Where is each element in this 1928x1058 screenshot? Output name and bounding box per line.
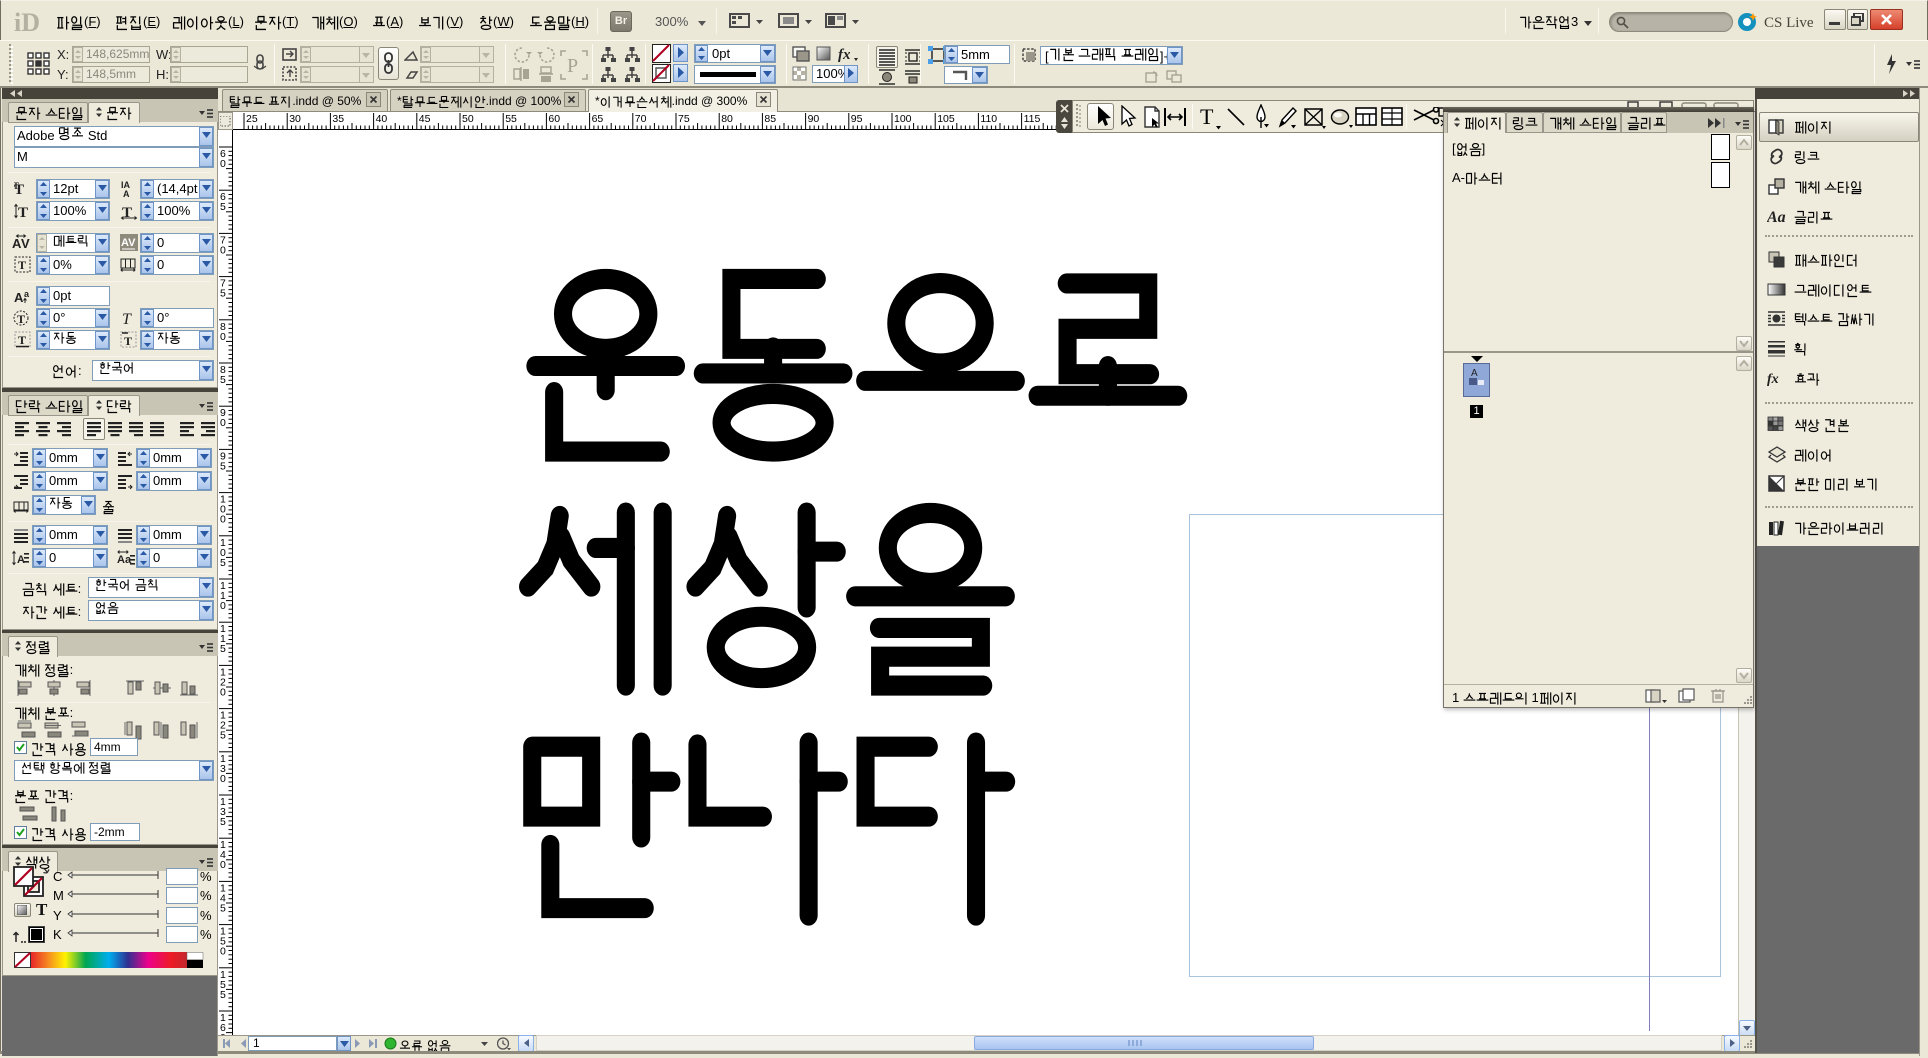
svg-text:30: 30 — [289, 113, 301, 125]
svg-text:0: 0 — [220, 773, 226, 785]
svg-text:100: 100 — [894, 113, 912, 125]
svg-text:5: 5 — [220, 460, 226, 472]
svg-text:T: T — [18, 205, 28, 220]
svg-text:5: 5 — [220, 816, 226, 828]
svg-text:0: 0 — [220, 244, 226, 256]
svg-text:110: 110 — [980, 113, 997, 125]
svg-text:70: 70 — [635, 113, 647, 125]
svg-text:A: A — [14, 290, 24, 305]
svg-text:fx: fx — [1767, 372, 1779, 387]
svg-text:5: 5 — [220, 730, 226, 742]
svg-text:A: A — [123, 189, 130, 198]
svg-text:35: 35 — [332, 113, 344, 125]
svg-text:0: 0 — [220, 859, 226, 871]
svg-text:T: T — [17, 312, 25, 326]
svg-text:T: T — [18, 333, 26, 347]
svg-text:T: T — [122, 311, 132, 327]
svg-text:55: 55 — [505, 113, 517, 125]
svg-text:5: 5 — [220, 288, 226, 300]
svg-text:5: 5 — [220, 989, 226, 1001]
svg-text:25: 25 — [246, 113, 258, 125]
svg-text:5: 5 — [220, 902, 226, 914]
svg-text:105: 105 — [937, 113, 955, 125]
svg-text:P: P — [567, 55, 578, 77]
svg-text:40: 40 — [376, 113, 388, 125]
svg-text:Aa: Aa — [117, 554, 132, 566]
svg-text:V: V — [21, 236, 30, 251]
svg-text:iD: iD — [14, 8, 40, 36]
svg-text:0: 0 — [220, 686, 226, 698]
svg-text:115: 115 — [1024, 113, 1041, 125]
svg-text:0: 0 — [220, 514, 226, 526]
svg-text:80: 80 — [721, 113, 733, 125]
svg-text:A: A — [1471, 368, 1478, 379]
svg-text:0: 0 — [220, 331, 226, 343]
svg-text:5: 5 — [220, 201, 226, 213]
svg-text:0: 0 — [220, 158, 226, 170]
svg-text:T: T — [18, 258, 26, 272]
svg-text:45: 45 — [419, 113, 431, 125]
svg-text:50: 50 — [462, 113, 474, 125]
svg-text:75: 75 — [678, 113, 690, 125]
svg-text:T: T — [124, 334, 132, 348]
svg-text:a: a — [24, 289, 30, 299]
svg-text:60: 60 — [548, 113, 560, 125]
svg-text:0: 0 — [220, 417, 226, 429]
svg-text:5: 5 — [220, 557, 226, 569]
svg-text:5: 5 — [220, 643, 226, 655]
svg-text:A: A — [17, 554, 25, 566]
svg-text:5: 5 — [220, 374, 226, 386]
svg-text:T: T — [1200, 105, 1214, 129]
svg-text:95: 95 — [851, 113, 863, 125]
svg-text:Aa: Aa — [1767, 209, 1786, 226]
svg-text:T: T — [36, 900, 48, 918]
svg-text:0: 0 — [220, 946, 226, 958]
svg-text:fx: fx — [838, 47, 851, 62]
svg-text:65: 65 — [592, 113, 604, 125]
svg-text:AV: AV — [121, 237, 136, 249]
svg-text:85: 85 — [764, 113, 776, 125]
svg-text:T: T — [14, 181, 19, 191]
svg-text:90: 90 — [808, 113, 820, 125]
svg-text:0: 0 — [220, 600, 226, 612]
